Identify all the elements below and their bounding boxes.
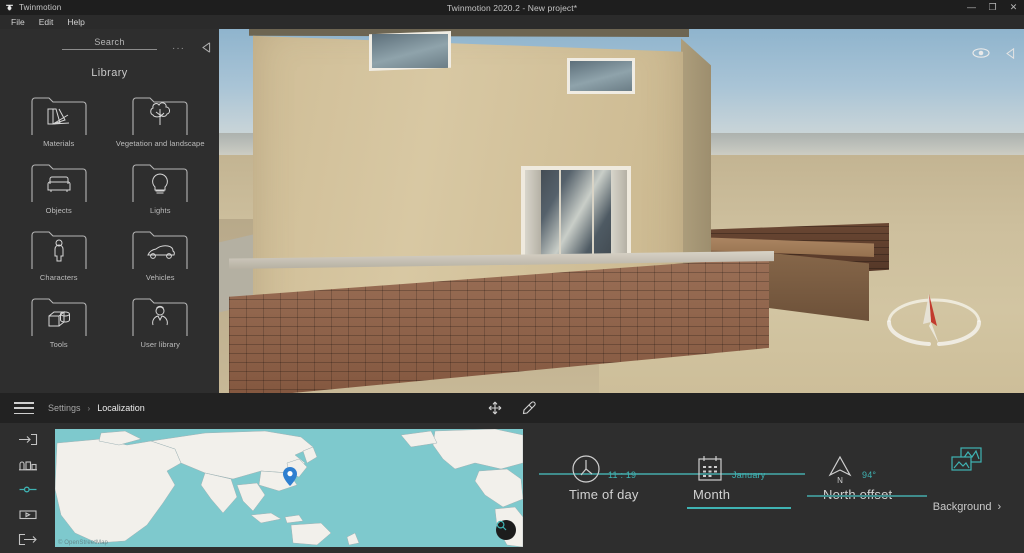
vehicles-folder-icon <box>129 227 191 272</box>
sliding-glass-door <box>521 166 631 260</box>
location-pin[interactable] <box>283 467 297 486</box>
twinmotion-window: Twinmotion Twinmotion 2020.2 - New proje… <box>0 0 1024 553</box>
breadcrumb-separator: › <box>87 403 91 413</box>
characters-folder-icon <box>28 227 90 272</box>
materials-folder-icon <box>28 93 90 138</box>
library-item-label: Tools <box>49 340 68 349</box>
library-item-label: Vehicles <box>145 273 175 282</box>
window-title: Twinmotion 2020.2 - New project* <box>446 2 578 13</box>
library-item-label: Objects <box>45 206 72 215</box>
library-item-label: Materials <box>43 139 75 148</box>
hamburger-menu-icon[interactable] <box>14 402 34 414</box>
import-icon[interactable] <box>17 432 39 446</box>
world-map[interactable]: © OpenStreetMap <box>55 429 523 547</box>
north-offset-slider <box>807 495 927 497</box>
eyedropper-tool-icon[interactable] <box>521 400 537 416</box>
curtain-left <box>525 170 541 256</box>
title-bar: Twinmotion Twinmotion 2020.2 - New proje… <box>0 0 1024 15</box>
window-mullion <box>592 170 595 256</box>
localization-controls: 11 : 19 Time of day January Month N 94° … <box>523 423 1024 553</box>
library-item-user-library[interactable]: User library <box>110 294 212 349</box>
3d-viewport[interactable] <box>219 29 1024 393</box>
library-panel: Search ··· Library Materials Vegetation … <box>0 29 219 393</box>
north-offset-value: 94° <box>862 470 877 480</box>
localization-panel: © OpenStreetMap 11: 19 Time of day Janu… <box>0 423 1024 553</box>
library-item-label: Lights <box>149 206 171 215</box>
tools-folder-icon <box>28 294 90 339</box>
library-item-vehicles[interactable]: Vehicles <box>110 227 212 282</box>
minimize-button[interactable]: — <box>961 0 982 15</box>
menu-edit[interactable]: Edit <box>32 15 61 29</box>
compass-gizmo[interactable] <box>879 282 989 356</box>
time-of-day-value: 11 : 19 <box>608 470 637 480</box>
control-background[interactable]: Background › <box>918 445 1016 513</box>
background-label: Background <box>932 501 992 513</box>
library-item-label: User library <box>140 340 181 349</box>
search-input[interactable]: Search <box>62 37 157 50</box>
close-button[interactable]: ✕ <box>1003 0 1024 15</box>
library-more-button[interactable]: ··· <box>172 43 185 54</box>
month-label: Month <box>693 487 731 502</box>
visibility-eye-icon[interactable] <box>972 46 990 60</box>
window-mullion <box>558 170 561 256</box>
menu-file[interactable]: File <box>4 15 32 29</box>
library-item-lights[interactable]: Lights <box>110 160 212 215</box>
library-item-characters[interactable]: Characters <box>8 227 110 282</box>
menu-help[interactable]: Help <box>60 15 91 29</box>
calendar-icon <box>693 453 727 485</box>
clock-icon <box>569 453 603 485</box>
month-active-underline <box>687 507 791 509</box>
control-month[interactable]: January Month <box>693 451 765 502</box>
panel-rail <box>0 423 55 553</box>
user-library-folder-icon <box>129 294 191 339</box>
map-attribution: © OpenStreetMap <box>58 540 108 546</box>
breadcrumb-settings[interactable]: Settings <box>48 403 81 413</box>
library-item-materials[interactable]: Materials <box>8 93 110 148</box>
menu-bar: File Edit Help <box>0 15 1024 29</box>
collapse-right-icon[interactable] <box>1004 46 1016 60</box>
vegetation-folder-icon <box>129 93 191 138</box>
lights-folder-icon <box>129 160 191 205</box>
north-arrow-icon: N <box>823 453 857 485</box>
media-icon[interactable] <box>17 507 39 521</box>
library-item-vegetation[interactable]: Vegetation and landscape <box>110 93 212 148</box>
export-icon[interactable] <box>17 532 39 546</box>
library-category-grid: Materials Vegetation and landscape Objec… <box>0 93 219 349</box>
viewport-tool-group <box>0 400 1024 416</box>
library-item-tools[interactable]: Tools <box>8 294 110 349</box>
library-collapse-icon[interactable] <box>200 41 212 53</box>
move-tool-icon[interactable] <box>487 400 503 416</box>
urban-context-icon[interactable] <box>17 457 39 471</box>
control-time-of-day[interactable]: 11 : 19 Time of day <box>569 451 639 502</box>
month-value: January <box>732 470 766 480</box>
chevron-right-icon[interactable]: › <box>998 501 1002 513</box>
library-item-label: Characters <box>39 273 78 282</box>
roof-eave <box>249 29 689 37</box>
settings-icon[interactable] <box>17 482 39 496</box>
breadcrumb: Settings › Localization <box>48 403 145 413</box>
library-item-objects[interactable]: Objects <box>8 160 110 215</box>
background-row[interactable]: Background › <box>933 501 1001 513</box>
app-logo-icon <box>5 3 14 12</box>
search-input-text: Search <box>94 37 125 47</box>
time-of-day-label: Time of day <box>569 487 639 502</box>
background-image-icon <box>947 445 987 479</box>
library-item-label: Vegetation and landscape <box>115 139 205 148</box>
app-name: Twinmotion <box>19 3 62 12</box>
map-search-icon[interactable] <box>496 520 516 540</box>
search-underline <box>62 49 157 50</box>
location-map[interactable]: © OpenStreetMap <box>55 429 523 547</box>
svg-text:N: N <box>837 476 843 485</box>
curtain-right <box>611 170 627 256</box>
maximize-button[interactable]: ❐ <box>982 0 1003 15</box>
bottom-bar: Settings › Localization <box>0 393 1024 423</box>
window-controls: — ❐ ✕ <box>961 0 1024 15</box>
objects-folder-icon <box>28 160 90 205</box>
breadcrumb-localization[interactable]: Localization <box>97 403 145 413</box>
library-header: Search ··· <box>0 29 219 73</box>
upper-window-left <box>369 31 451 71</box>
upper-window-right <box>567 58 635 94</box>
